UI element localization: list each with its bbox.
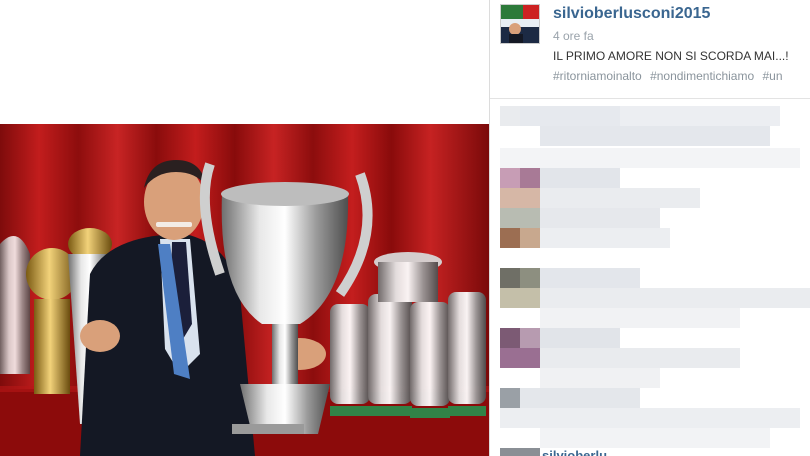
left-pane — [0, 0, 489, 456]
comment-blurred — [540, 228, 670, 248]
avatar-blurred — [500, 288, 540, 308]
comments-list-pixelated: silvioberlu — [490, 100, 810, 456]
comment-blurred — [540, 348, 740, 368]
comment-blurred — [500, 148, 800, 168]
avatar-blurred — [500, 348, 540, 368]
comment-blurred — [520, 388, 640, 408]
comment-blurred — [540, 288, 810, 308]
timestamp: 4 ore fa — [553, 29, 594, 43]
avatar-blurred — [500, 448, 540, 456]
avatar-blurred — [520, 328, 540, 348]
hashtag[interactable]: #ritorniamoinalto — [553, 69, 642, 83]
comment-blurred — [500, 106, 520, 126]
right-pane: silvioberlusconi2015 4 ore fa IL PRIMO A… — [490, 0, 810, 456]
comment-blurred — [540, 328, 620, 348]
hashtag[interactable]: #un — [762, 69, 782, 83]
avatar-blurred — [500, 328, 520, 348]
comment-username-partial: silvioberlu — [542, 448, 608, 456]
avatar-blurred — [500, 208, 540, 228]
comment-blurred — [540, 188, 700, 208]
comment-blurred — [540, 268, 640, 288]
hashtag-list: #ritorniamoinalto #nondimentichiamo #un — [553, 69, 788, 83]
comment-blurred — [540, 168, 620, 188]
post-photo[interactable] — [0, 124, 489, 456]
avatar-blurred — [500, 228, 520, 248]
avatar-blurred — [520, 268, 540, 288]
avatar-blurred — [500, 168, 520, 188]
comment-blurred — [620, 106, 780, 126]
comment-blurred — [540, 368, 660, 388]
avatar-blurred — [500, 388, 520, 408]
comment-blurred — [540, 208, 660, 228]
avatar-blurred — [500, 268, 520, 288]
photo-illustration — [0, 124, 489, 456]
username[interactable]: silvioberlusconi2015 — [553, 5, 710, 23]
post-header: silvioberlusconi2015 4 ore fa IL PRIMO A… — [490, 0, 810, 99]
comment-blurred — [500, 408, 800, 428]
avatar-blurred — [500, 188, 540, 208]
comment-blurred — [540, 126, 770, 146]
hashtag[interactable]: #nondimentichiamo — [650, 69, 754, 83]
comment-blurred — [540, 308, 740, 328]
avatar-blurred — [520, 228, 540, 248]
comment-blurred — [520, 106, 620, 126]
avatar-blurred — [520, 168, 540, 188]
post-caption: IL PRIMO AMORE NON SI SCORDA MAI...! — [553, 49, 789, 63]
avatar[interactable] — [500, 4, 540, 44]
avatar-image — [501, 5, 539, 43]
